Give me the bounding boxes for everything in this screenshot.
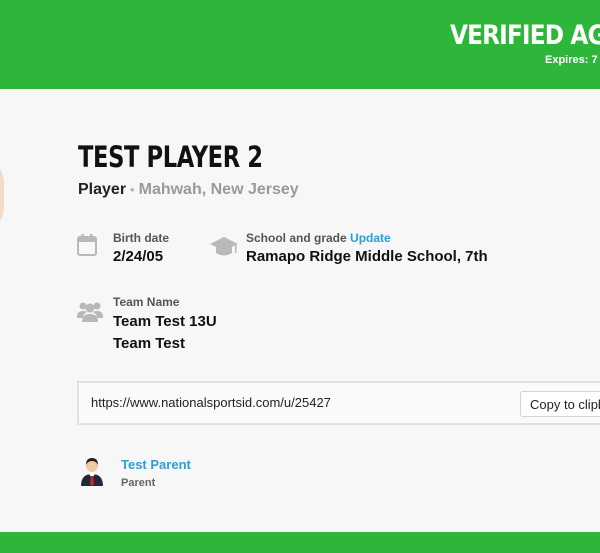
footer-bar <box>0 532 600 553</box>
player-name: TEST PLAYER 2 <box>78 140 263 174</box>
verified-age-title: VERIFIED AGE: <box>450 20 600 51</box>
player-role: Player <box>78 181 127 198</box>
parent-name-link[interactable]: Test Parent <box>121 457 191 472</box>
group-icon <box>77 302 103 322</box>
birth-date-value: 2/24/05 <box>113 248 164 265</box>
parent-role-label: Parent <box>121 477 156 489</box>
profile-url-text[interactable]: https://www.nationalsportsid.com/u/25427 <box>91 395 331 410</box>
player-location: Mahwah, New Jersey <box>138 181 299 198</box>
expires-text: Expires: 7 <box>545 54 598 66</box>
birth-date-label: Birth date <box>113 231 170 245</box>
team-name-1: Team Test 13U <box>113 313 217 330</box>
school-grade-value: Ramapo Ridge Middle School, 7th <box>246 248 488 265</box>
school-grade-label-text: School and grade <box>246 231 347 245</box>
separator-dot: • <box>130 182 135 197</box>
graduation-cap-icon <box>210 237 238 256</box>
header-bar: VERIFIED AGE: Expires: 7 <box>0 0 600 89</box>
role-location-line: Player • Mahwah, New Jersey <box>78 181 299 199</box>
parent-avatar-icon <box>81 458 103 486</box>
team-name-2: Team Test <box>113 335 185 352</box>
calendar-icon <box>77 234 97 256</box>
copy-to-clipboard-button[interactable]: Copy to clipboard <box>520 391 600 417</box>
profile-url-box: https://www.nationalsportsid.com/u/25427… <box>77 381 600 425</box>
update-school-link[interactable]: Update <box>350 231 391 245</box>
school-grade-label: School and grade Update <box>246 231 391 245</box>
team-name-label: Team Name <box>113 295 180 309</box>
